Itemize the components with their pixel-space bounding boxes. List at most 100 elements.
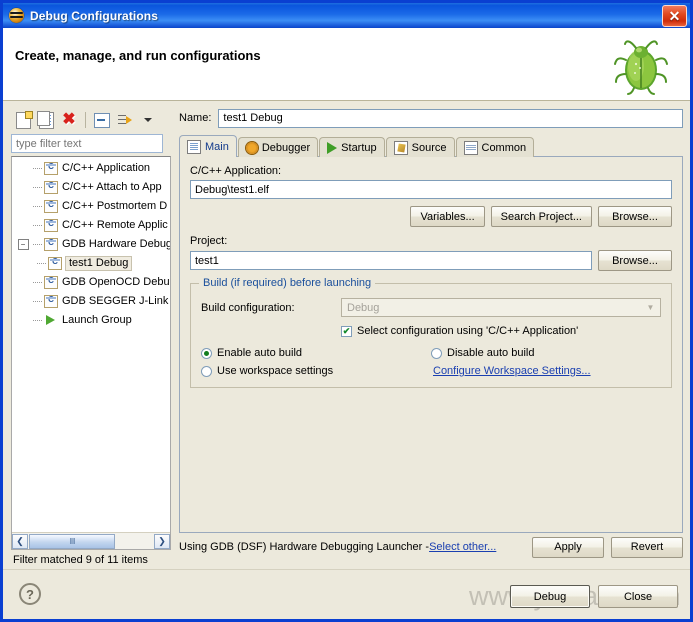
disable-auto-build-label: Disable auto build (447, 347, 535, 359)
application-input[interactable] (190, 180, 672, 199)
tab-label: Startup (341, 141, 377, 154)
duplicate-launch-configuration-icon[interactable] (36, 110, 56, 130)
main-tab-panel: C/C++ Application: Variables... Search P… (179, 156, 683, 533)
filter-input[interactable] (11, 134, 163, 153)
collapse-all-icon[interactable] (92, 110, 112, 130)
launcher-info-text: Using GDB (DSF) Hardware Debugging Launc… (179, 541, 430, 553)
tree-connector (30, 197, 44, 216)
tree-connector (30, 311, 44, 330)
select-other-link[interactable]: Select other... (429, 541, 496, 553)
common-tab-icon (463, 140, 478, 155)
tree-item-c-cpp-postmortem-debugger[interactable]: C/C++ Postmortem D (12, 197, 170, 216)
search-project-button[interactable]: Search Project... (490, 206, 592, 227)
tree-item-gdb-openocd-debugging[interactable]: GDB OpenOCD Debug (12, 273, 170, 292)
view-menu-caret-icon[interactable] (138, 110, 158, 130)
page-title: Create, manage, and run configurations (15, 48, 261, 63)
scroll-left-icon[interactable]: ❮ (12, 533, 28, 549)
delete-glyph: ✖ (62, 111, 76, 128)
filter-launch-configurations-icon[interactable] (115, 110, 135, 130)
use-workspace-settings-radio[interactable] (201, 365, 212, 377)
delete-launch-configuration-icon[interactable]: ✖ (59, 110, 79, 130)
dialog-buttons: Debug Close (510, 585, 678, 608)
tree-twisty (16, 292, 30, 311)
tree-item-label: GDB Hardware Debug (62, 238, 171, 250)
tree-item-label: Launch Group (62, 314, 132, 326)
c-config-icon (44, 295, 58, 308)
tree-twisty (16, 159, 30, 178)
tree-item-launch-group[interactable]: Launch Group (12, 311, 170, 330)
tab-main[interactable]: Main (179, 135, 237, 157)
name-input[interactable] (218, 108, 683, 128)
tree-item-c-cpp-application[interactable]: C/C++ Application (12, 159, 170, 178)
window-title: Debug Configurations (30, 8, 158, 23)
tab-debugger[interactable]: Debugger (237, 137, 319, 157)
tab-bar: Main Debugger Startup Source Common (179, 135, 683, 157)
build-configuration-row: Build configuration: Debug ▼ (201, 298, 661, 317)
scroll-right-icon[interactable]: ❯ (154, 533, 170, 549)
browse-application-button[interactable]: Browse... (598, 206, 672, 227)
select-configuration-checkbox-row: ✔ Select configuration using 'C/C++ Appl… (341, 325, 661, 337)
tree-twisty (16, 216, 30, 235)
tree-connector (30, 273, 44, 292)
chevron-down-icon: ▼ (646, 303, 655, 312)
tree-item-label: GDB SEGGER J-Link D (62, 295, 171, 307)
tree-rows: C/C++ Application C/C++ Attach to App C/… (12, 157, 170, 330)
disable-auto-build-radio[interactable] (431, 347, 442, 359)
c-config-icon (44, 181, 58, 194)
build-configuration-select[interactable]: Debug ▼ (341, 298, 661, 317)
bottom-separator (3, 569, 690, 570)
revert-button[interactable]: Revert (611, 536, 683, 558)
application-label: C/C++ Application: (190, 165, 282, 177)
select-configuration-checkbox[interactable]: ✔ (341, 325, 352, 337)
apply-button[interactable]: Apply (532, 536, 604, 558)
tree-item-test1-debug[interactable]: test1 Debug (12, 254, 170, 273)
tree-connector (30, 235, 44, 254)
footer-buttons: Apply Revert (532, 536, 683, 558)
toolbar-separator (85, 112, 86, 128)
c-config-icon (44, 219, 58, 232)
c-config-icon (48, 257, 62, 270)
close-button[interactable]: Close (598, 585, 678, 608)
build-configuration-value: Debug (347, 301, 380, 314)
tree-item-c-cpp-remote-application[interactable]: C/C++ Remote Applic (12, 216, 170, 235)
eclipse-icon (9, 8, 24, 23)
build-group-legend: Build (if required) before launching (199, 277, 376, 289)
main-tab-icon (187, 139, 201, 154)
disable-auto-build-cell[interactable]: Disable auto build (431, 347, 661, 359)
tree-horizontal-scrollbar[interactable]: ❮ IIII ❯ (12, 532, 170, 549)
tree-connector (30, 292, 44, 311)
tab-startup[interactable]: Startup (319, 137, 385, 157)
configurations-tree[interactable]: C/C++ Application C/C++ Attach to App C/… (11, 156, 171, 550)
tree-item-gdb-segger-jlink-debugging[interactable]: GDB SEGGER J-Link D (12, 292, 170, 311)
title-bar: Debug Configurations ✕ (3, 3, 690, 28)
enable-auto-build-cell[interactable]: Enable auto build (201, 347, 431, 359)
variables-button[interactable]: Variables... (410, 206, 485, 227)
tree-twisty (16, 178, 30, 197)
source-tab-icon (393, 140, 408, 155)
close-icon[interactable]: ✕ (662, 5, 687, 27)
configuration-editor-panel: Name: Main Debugger Startup Source (179, 107, 683, 567)
launch-configuration-tree-panel: ✖ C/C++ Application C/C++ Attach (11, 107, 171, 567)
configure-workspace-settings-link[interactable]: Configure Workspace Settings... (433, 365, 591, 377)
tab-label: Common (481, 141, 527, 154)
debug-button[interactable]: Debug (510, 585, 590, 608)
new-launch-configuration-icon[interactable] (13, 110, 33, 130)
build-configuration-label: Build configuration: (201, 301, 295, 314)
tab-source[interactable]: Source (385, 137, 455, 157)
tree-expander[interactable]: − (16, 235, 30, 254)
tree-item-label: C/C++ Postmortem D (62, 200, 168, 212)
enable-auto-build-radio[interactable] (201, 347, 212, 359)
green-bug-icon (614, 40, 668, 95)
help-icon[interactable]: ? (19, 583, 41, 605)
c-config-icon (44, 276, 58, 289)
scrollbar-thumb[interactable]: IIII (29, 533, 115, 549)
collapse-toggle-icon[interactable]: − (17, 239, 29, 250)
tree-item-gdb-hardware-debugging[interactable]: − GDB Hardware Debug (12, 235, 170, 254)
enable-auto-build-label: Enable auto build (217, 347, 303, 359)
use-workspace-settings-cell[interactable]: Use workspace settings (201, 365, 433, 377)
tree-item-c-cpp-attach-to-app[interactable]: C/C++ Attach to App (12, 178, 170, 197)
project-label: Project: (190, 235, 228, 247)
browse-project-button[interactable]: Browse... (598, 250, 672, 271)
project-input[interactable] (190, 251, 592, 270)
tab-common[interactable]: Common (455, 137, 535, 157)
